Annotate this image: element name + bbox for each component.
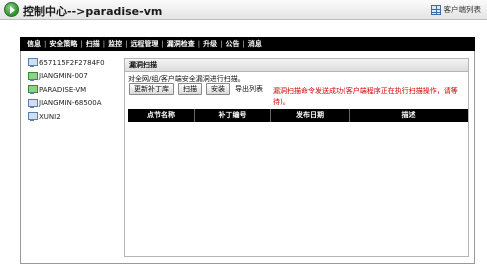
tree-item-jiangmin-68500a[interactable]: JIANGMIN-68500A bbox=[28, 97, 123, 111]
column-patch-id[interactable]: 补丁编号 bbox=[195, 109, 270, 122]
play-icon bbox=[4, 2, 19, 17]
status-message: 漏洞扫描命令发送成功(客户端程序正在执行扫描操作，请等待)。 bbox=[273, 87, 458, 106]
column-node-name[interactable]: 点节名称 bbox=[128, 109, 194, 122]
scan-button[interactable]: 扫描 bbox=[178, 83, 202, 95]
nav-message[interactable]: 消息 bbox=[245, 37, 265, 51]
tree-item-xuni2[interactable]: XUNI2 bbox=[28, 110, 123, 124]
nav-announcement[interactable]: 公告 bbox=[223, 37, 243, 51]
nav-remote-management[interactable]: 远程管理 bbox=[127, 37, 161, 51]
nav-monitor[interactable]: 监控 bbox=[105, 37, 125, 51]
tree-item-label: 657115F2F2784F0 bbox=[39, 58, 105, 67]
client-list-link[interactable]: 客户端列表 bbox=[430, 4, 482, 15]
nav-upgrade[interactable]: 升级 bbox=[200, 37, 220, 51]
nav-scan[interactable]: 扫描 bbox=[83, 37, 103, 51]
column-description[interactable]: 描述 bbox=[350, 109, 467, 122]
vulnerability-scan-panel: 漏洞扫描 对全网/组/客户端安全漏洞进行扫描。 更新补丁库 扫描 安装 导出列表… bbox=[124, 58, 469, 257]
computer-icon bbox=[28, 112, 38, 122]
computer-icon bbox=[28, 71, 38, 81]
tree-item-657115f2f2784f0[interactable]: 657115F2F2784F0 bbox=[28, 56, 123, 70]
panel-toolbar: 更新补丁库 扫描 安装 导出列表 bbox=[129, 83, 263, 95]
computer-icon bbox=[28, 58, 38, 68]
computer-icon bbox=[28, 85, 38, 95]
nav-security-policy[interactable]: 安全策略 bbox=[46, 37, 80, 51]
tree-item-jiangmin-007[interactable]: JIANGMIN-007 bbox=[28, 70, 123, 84]
tree-item-label: JIANGMIN-68500A bbox=[39, 99, 102, 108]
export-list-link[interactable]: 导出列表 bbox=[235, 84, 263, 94]
panel-title: 漏洞扫描 bbox=[125, 59, 468, 72]
computer-icon bbox=[28, 98, 38, 108]
tree-item-label: XUNI2 bbox=[39, 112, 61, 121]
client-list-label: 客户端列表 bbox=[443, 5, 482, 14]
update-patch-library-button[interactable]: 更新补丁库 bbox=[129, 83, 174, 95]
title-bar: 控制中心-->paradise-vm 客户端列表 bbox=[0, 0, 487, 20]
column-release-date[interactable]: 发布日期 bbox=[271, 109, 349, 122]
nav-vulnerability-check[interactable]: 漏洞检查 bbox=[164, 37, 198, 51]
window-title: 控制中心-->paradise-vm bbox=[23, 5, 163, 18]
main-nav: 信息 | 安全策略 | 扫描 | 监控 | 远程管理 | 漏洞检查 | 升级 |… bbox=[20, 37, 475, 51]
tree-item-label: JIANGMIN-007 bbox=[39, 72, 88, 81]
grid-list-icon bbox=[430, 4, 441, 15]
patch-table-body bbox=[128, 122, 468, 255]
nav-info[interactable]: 信息 bbox=[24, 37, 44, 51]
tree-item-label: PARADISE-VM bbox=[39, 85, 87, 94]
install-button[interactable]: 安装 bbox=[206, 83, 230, 95]
patch-table-header: 点节名称 补丁编号 发布日期 描述 bbox=[128, 109, 468, 122]
tree-item-paradise-vm[interactable]: PARADISE-VM bbox=[28, 83, 123, 97]
client-tree: 657115F2F2784F0 JIANGMIN-007 PARADISE-VM… bbox=[28, 56, 123, 124]
